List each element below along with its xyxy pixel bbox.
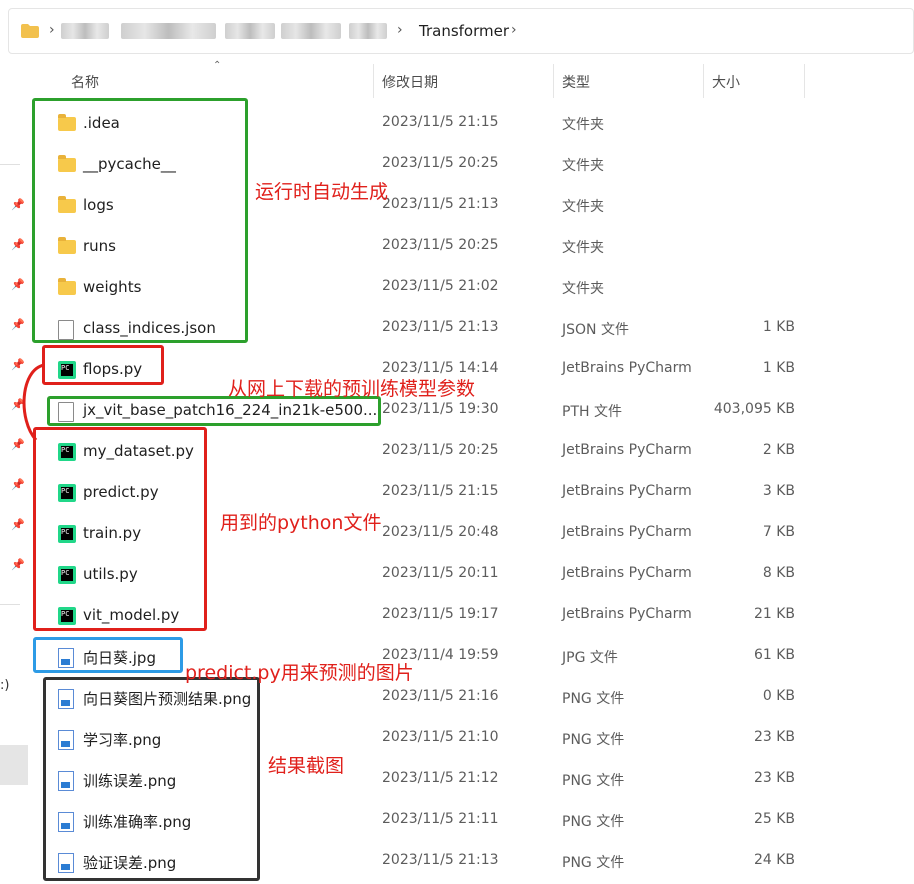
column-divider[interactable]: [804, 64, 805, 98]
file-date: 2023/11/5 21:11: [382, 811, 499, 827]
pin-icon[interactable]: 📌: [11, 478, 25, 492]
nav-divider: [0, 164, 20, 165]
pin-icon[interactable]: 📌: [11, 318, 25, 332]
file-type: JetBrains PyCharm: [562, 606, 692, 622]
column-divider[interactable]: [703, 64, 704, 98]
column-header-name[interactable]: 名称: [71, 72, 99, 92]
annotation-box-results: [43, 677, 260, 881]
file-type: PNG 文件: [562, 691, 625, 707]
file-type: PTH 文件: [562, 404, 622, 420]
file-size: 3 KB: [762, 483, 795, 499]
file-size: 24 KB: [753, 852, 795, 868]
file-type: JetBrains PyCharm: [562, 524, 692, 540]
file-date: 2023/11/5 20:25: [382, 442, 499, 458]
file-date: 2023/11/5 20:11: [382, 565, 499, 581]
file-size: 25 KB: [753, 811, 795, 827]
address-bar[interactable]: › › Transformer ›: [8, 8, 914, 54]
column-header-modified[interactable]: 修改日期: [382, 72, 438, 92]
column-header-type[interactable]: 类型: [562, 72, 590, 92]
navigation-pane: 📌 📌 📌 📌 📌 📌 📌 📌 📌 📌 :): [0, 52, 32, 884]
file-date: 2023/11/5 21:15: [382, 483, 499, 499]
file-type: JetBrains PyCharm: [562, 360, 692, 376]
blurred-breadcrumb: [121, 23, 216, 39]
pin-icon[interactable]: 📌: [11, 198, 25, 212]
annotation-result-screens: 结果截图: [268, 755, 345, 777]
pin-icon[interactable]: 📌: [11, 438, 25, 452]
column-divider[interactable]: [373, 64, 374, 98]
file-size: 403,095 KB: [713, 401, 795, 417]
breadcrumb-separator[interactable]: ›: [511, 22, 517, 38]
pin-icon[interactable]: 📌: [11, 358, 25, 372]
file-type: JetBrains PyCharm: [562, 565, 692, 581]
file-size: 2 KB: [762, 442, 795, 458]
annotation-box-auto-generated: [32, 98, 248, 343]
file-size: 0 KB: [762, 688, 795, 704]
file-date: 2023/11/5 21:15: [382, 114, 499, 130]
annotation-python-files: 用到的python文件: [220, 512, 382, 534]
blurred-breadcrumb: [225, 23, 275, 39]
file-type: JetBrains PyCharm: [562, 483, 692, 499]
pin-icon[interactable]: 📌: [11, 518, 25, 532]
breadcrumb-separator: ›: [49, 22, 55, 38]
annotation-predict-image: predict.py用来预测的图片: [185, 662, 414, 684]
file-type: 文件夹: [562, 240, 604, 256]
file-size: 8 KB: [762, 565, 795, 581]
file-type: PNG 文件: [562, 732, 625, 748]
blurred-breadcrumb: [281, 23, 341, 39]
file-date: 2023/11/5 20:48: [382, 524, 499, 540]
blurred-breadcrumb: [61, 23, 109, 39]
file-date: 2023/11/5 21:13: [382, 319, 499, 335]
file-date: 2023/11/5 21:12: [382, 770, 499, 786]
pin-icon[interactable]: 📌: [11, 278, 25, 292]
file-type: JetBrains PyCharm: [562, 442, 692, 458]
file-type: JPG 文件: [562, 650, 618, 666]
file-size: 7 KB: [762, 524, 795, 540]
annotation-auto-generated: 运行时自动生成: [255, 181, 389, 203]
file-type: PNG 文件: [562, 855, 625, 871]
file-date: 2023/11/5 20:25: [382, 237, 499, 253]
file-date: 2023/11/5 19:17: [382, 606, 499, 622]
file-date: 2023/11/5 20:25: [382, 155, 499, 171]
file-type: PNG 文件: [562, 773, 625, 789]
file-type: 文件夹: [562, 158, 604, 174]
file-type: 文件夹: [562, 117, 604, 133]
column-header-size[interactable]: 大小: [712, 72, 740, 92]
file-size: 21 KB: [753, 606, 795, 622]
file-date: 2023/11/5 21:13: [382, 196, 499, 212]
file-type: PNG 文件: [562, 814, 625, 830]
file-type: 文件夹: [562, 199, 604, 215]
nav-divider: [0, 604, 20, 605]
file-size: 1 KB: [762, 319, 795, 335]
breadcrumb-separator: ›: [397, 22, 403, 38]
file-date: 2023/11/5 21:10: [382, 729, 499, 745]
annotation-box-python-files: [33, 427, 207, 631]
folder-icon: [21, 24, 39, 38]
file-size: 61 KB: [753, 647, 795, 663]
pin-icon[interactable]: 📌: [11, 558, 25, 572]
file-type: JSON 文件: [562, 322, 629, 338]
nav-item-selected[interactable]: [0, 745, 28, 785]
annotation-box-predict-image: [33, 637, 183, 673]
file-size: 1 KB: [762, 360, 795, 376]
file-date: 2023/11/5 19:30: [382, 401, 499, 417]
pin-icon[interactable]: 📌: [11, 238, 25, 252]
annotation-downloaded-params: 从网上下载的预训练模型参数: [228, 378, 476, 400]
breadcrumb-current[interactable]: Transformer: [419, 22, 509, 40]
blurred-breadcrumb: [349, 23, 387, 39]
nav-item-fragment[interactable]: :): [0, 678, 9, 693]
annotation-box-flops: [42, 345, 164, 385]
file-date: 2023/11/5 21:13: [382, 852, 499, 868]
pin-icon[interactable]: 📌: [11, 398, 25, 412]
file-type: 文件夹: [562, 281, 604, 297]
sort-ascending-icon[interactable]: ⌃: [213, 60, 221, 71]
file-size: 23 KB: [753, 729, 795, 745]
column-divider[interactable]: [553, 64, 554, 98]
file-date: 2023/11/5 21:16: [382, 688, 499, 704]
file-size: 23 KB: [753, 770, 795, 786]
file-date: 2023/11/5 21:02: [382, 278, 499, 294]
